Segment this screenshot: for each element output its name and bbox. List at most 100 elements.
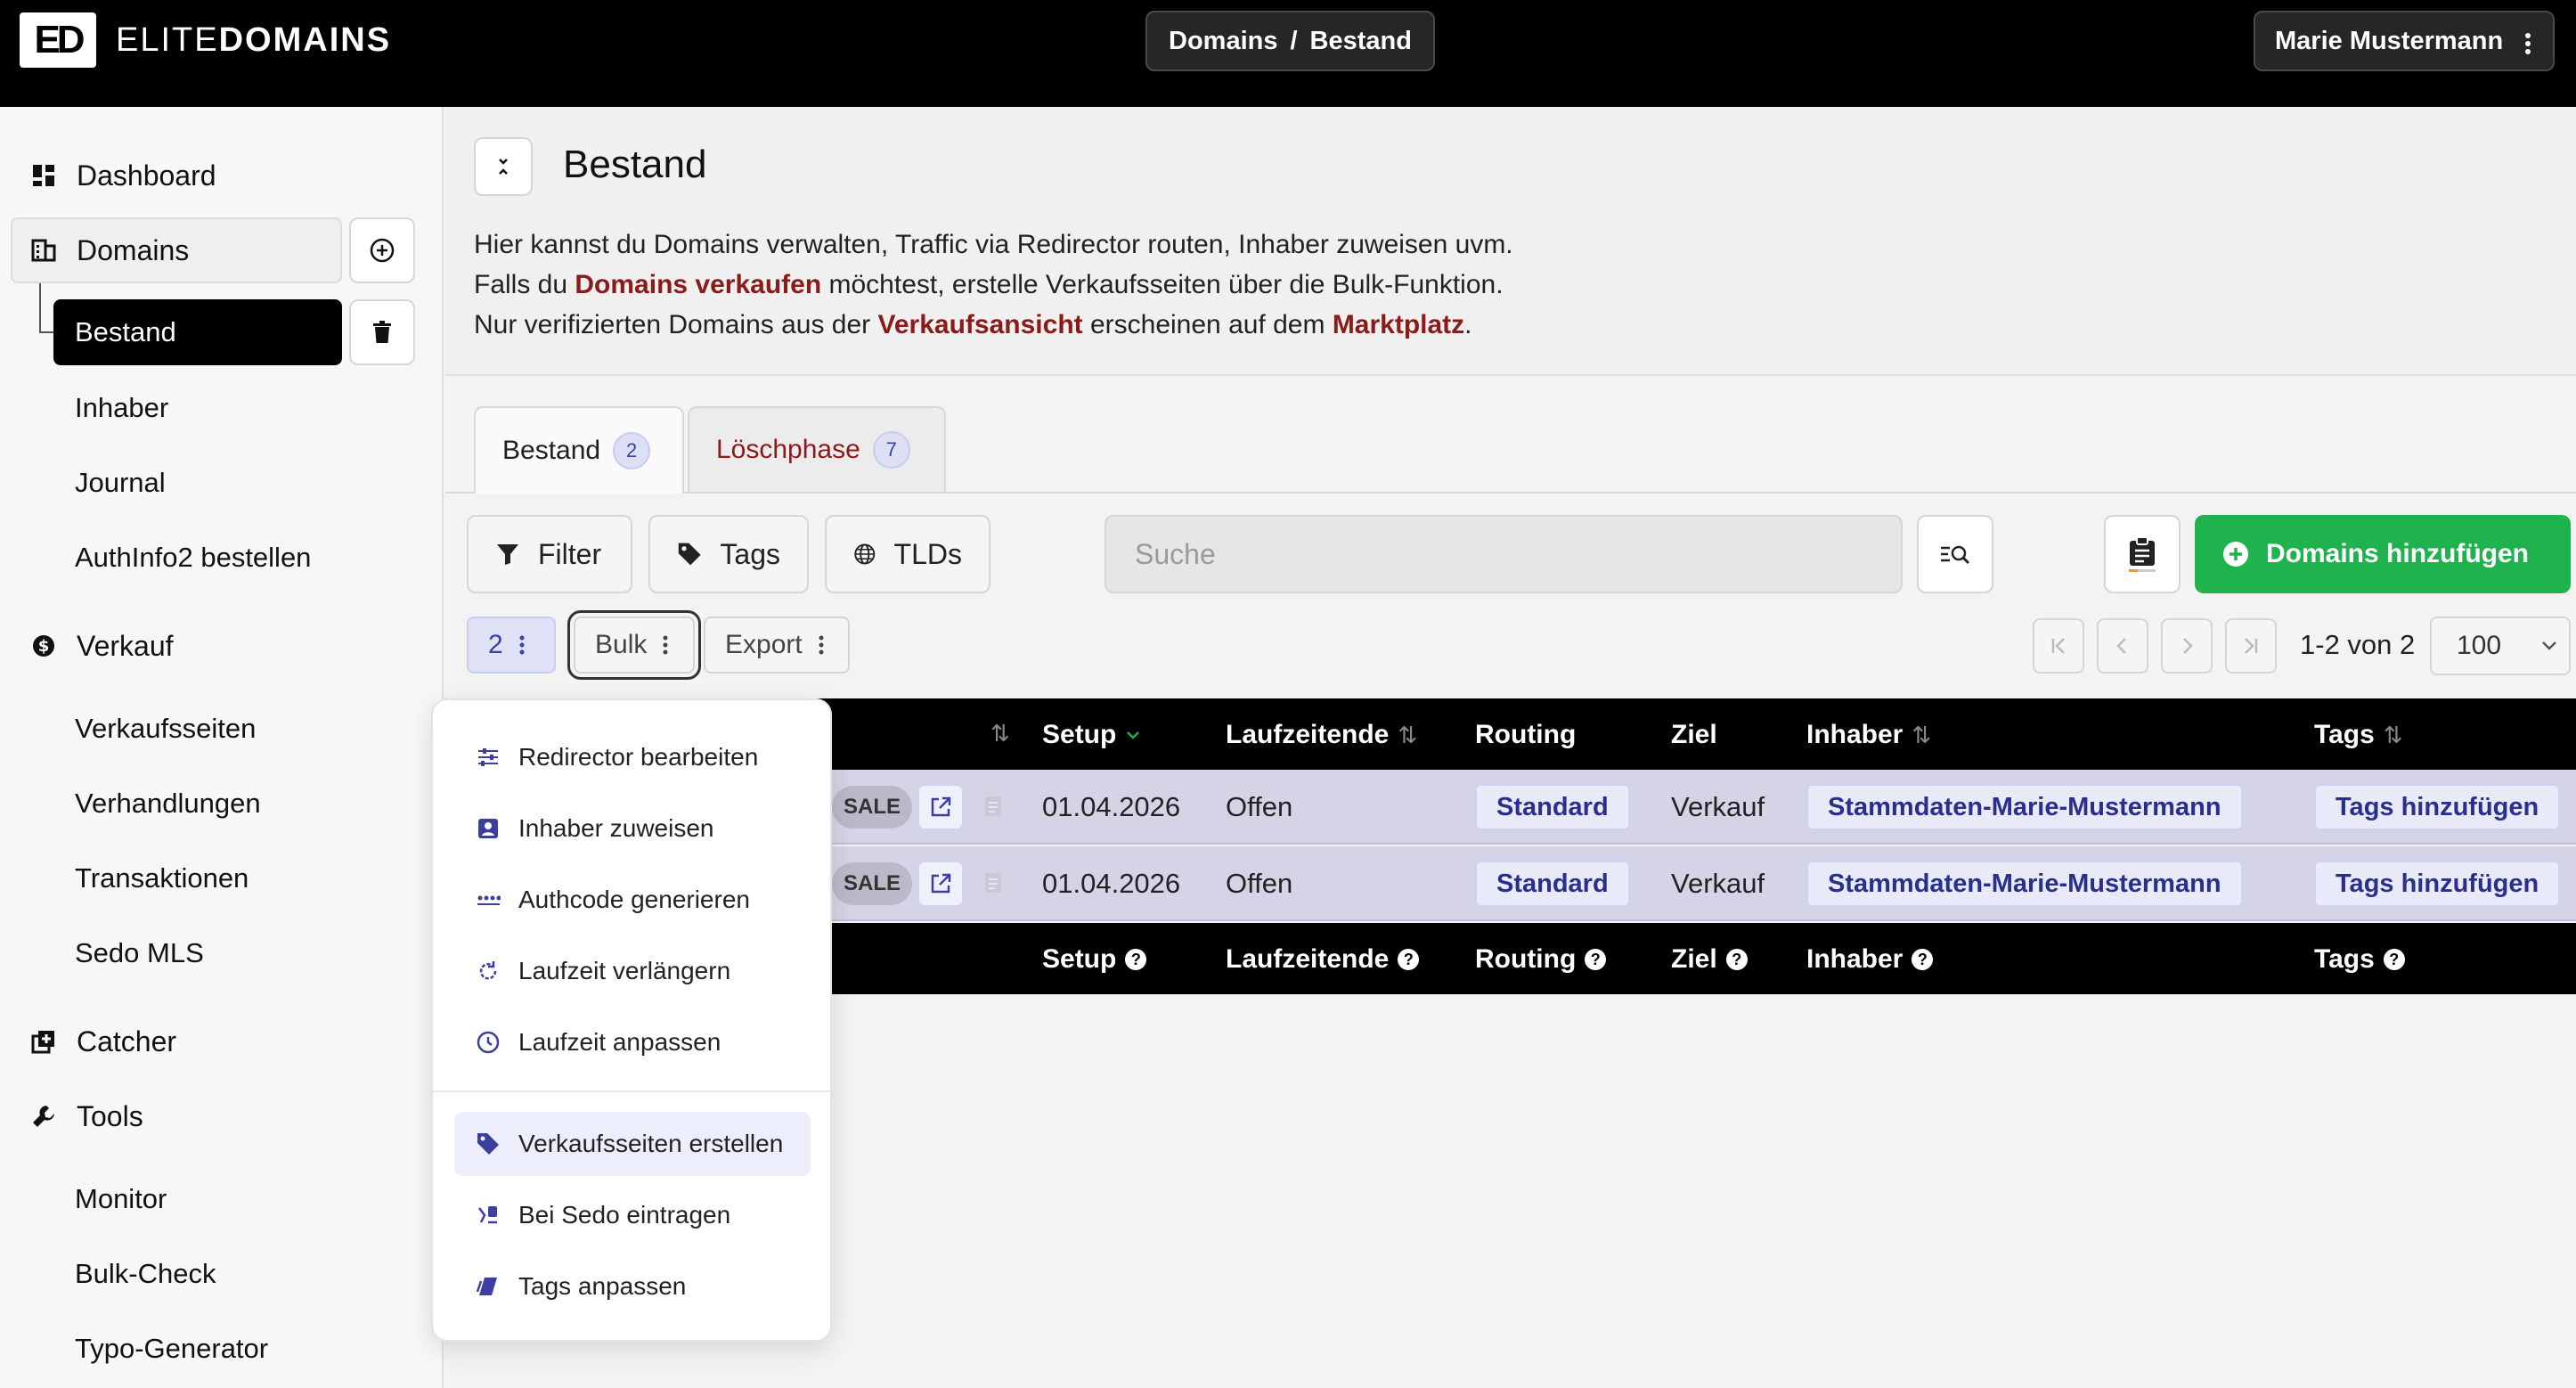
sidebar-item-bulkcheck[interactable]: Bulk-Check (75, 1247, 216, 1301)
link-marktplatz[interactable]: Marktplatz (1333, 310, 1464, 339)
menu-divider (433, 1090, 830, 1092)
footer-routing: Routing? (1475, 944, 1607, 975)
column-header-setup[interactable]: Setup (1042, 720, 1141, 750)
link-verkaufsansicht[interactable]: Verkaufsansicht (878, 310, 1083, 339)
help-icon[interactable]: ? (1398, 949, 1420, 970)
clipboard-button[interactable] (2104, 515, 2181, 593)
page-size-select[interactable]: 100 (2430, 616, 2571, 675)
kebab-icon (819, 635, 824, 655)
delete-button[interactable] (349, 299, 415, 365)
sidebar-label-monitor: Monitor (75, 1183, 167, 1214)
last-page-button[interactable] (2225, 618, 2277, 674)
column-header-ziel[interactable]: Ziel (1671, 720, 1717, 750)
prev-page-button[interactable] (2097, 618, 2148, 674)
chevron-left-icon (2116, 638, 2126, 654)
sidebar-item-journal[interactable]: Journal (75, 456, 166, 510)
column-label: Tags (2314, 720, 2375, 749)
column-header-inhaber[interactable]: Inhaber ⇅ (1806, 720, 1931, 750)
add-tags-pill[interactable]: Tags hinzufügen (2314, 784, 2561, 830)
clock-icon (477, 1031, 500, 1054)
add-domains-button[interactable]: Domains hinzufügen (2195, 515, 2571, 593)
sidebar-item-catcher[interactable]: Catcher (11, 1008, 176, 1074)
sidebar-item-authinfo[interactable]: AuthInfo2 bestellen (75, 531, 311, 584)
menu-item-sedo[interactable]: Bei Sedo eintragen (454, 1183, 811, 1247)
kebab-icon (519, 635, 525, 655)
menu-item-tags[interactable]: Tags anpassen (454, 1254, 811, 1319)
menu-label: Redirector bearbeiten (518, 743, 759, 771)
inhaber-pill[interactable]: Stammdaten-Marie-Mustermann (1806, 861, 2243, 907)
tab-loeschphase[interactable]: Löschphase 7 (688, 406, 946, 492)
tags-icon (476, 1278, 497, 1295)
sidebar-item-tools[interactable]: Tools (11, 1083, 143, 1149)
tlds-button[interactable]: TLDs (825, 515, 990, 593)
tab-label: Löschphase (716, 435, 860, 464)
sidebar-item-verhandlungen[interactable]: Verhandlungen (75, 777, 261, 830)
sidebar-item-typo[interactable]: Typo-Generator (75, 1322, 268, 1376)
link-domains-verkaufen[interactable]: Domains verkaufen (575, 270, 821, 299)
sidebar-item-domains-label[interactable]: Domains (11, 217, 189, 283)
catcher-icon (29, 1026, 59, 1057)
sidebar-label-tools: Tools (77, 1099, 143, 1132)
column-header-laufzeitende[interactable]: Laufzeitende ⇅ (1226, 720, 1417, 750)
menu-item-authcode[interactable]: Authcode generieren (454, 868, 811, 932)
column-label: Ziel (1671, 720, 1717, 749)
sidebar-item-monitor[interactable]: Monitor (75, 1172, 167, 1226)
cell-setup: 01.04.2026 (1042, 868, 1181, 899)
tab-bestand[interactable]: Bestand 2 (474, 406, 684, 494)
tags-button[interactable]: Tags (648, 515, 809, 593)
help-icon[interactable]: ? (1125, 949, 1147, 970)
add-domain-button[interactable] (349, 217, 415, 283)
help-icon[interactable]: ? (1912, 949, 1934, 970)
sidebar-label-authinfo: AuthInfo2 bestellen (75, 542, 312, 573)
logo-mark[interactable]: ED (20, 12, 96, 68)
sort-icon[interactable]: ⇅ (990, 720, 1010, 747)
sale-badge: SALE (832, 786, 912, 829)
routing-pill[interactable]: Standard (1475, 861, 1630, 907)
next-page-button[interactable] (2161, 618, 2213, 674)
add-tags-pill[interactable]: Tags hinzufügen (2314, 861, 2561, 907)
bulk-button[interactable]: Bulk (567, 610, 701, 680)
search-list-icon (1941, 545, 1970, 565)
sale-badge: SALE (832, 862, 912, 905)
search-button[interactable] (1917, 515, 1993, 593)
menu-item-verkaufsseiten[interactable]: Verkaufsseiten erstellen (454, 1112, 811, 1176)
footer-tags: Tags? (2314, 944, 2405, 975)
export-button[interactable]: Export (704, 616, 850, 674)
footer-inhaber: Inhaber? (1806, 944, 1934, 975)
search-input[interactable]: Suche (1105, 515, 1903, 593)
sidebar-item-sedo[interactable]: Sedo MLS (75, 927, 204, 980)
help-icon[interactable]: ? (1725, 949, 1748, 970)
password-icon (477, 895, 501, 905)
breadcrumb-domains[interactable]: Domains (1169, 27, 1277, 56)
help-icon[interactable]: ? (2383, 949, 2405, 970)
user-name: Marie Mustermann (2275, 26, 2504, 55)
open-external-button[interactable] (917, 784, 964, 830)
selection-count-button[interactable]: 2 (467, 616, 556, 674)
menu-item-laufzeit-verlaengern[interactable]: Laufzeit verlängern (454, 939, 811, 1003)
sidebar-item-inhaber[interactable]: Inhaber (75, 381, 168, 435)
breadcrumb-bestand[interactable]: Bestand (1310, 27, 1412, 56)
sidebar-item-verkaufsseiten[interactable]: Verkaufsseiten (75, 702, 256, 755)
breadcrumb[interactable]: Domains / Bestand (1145, 11, 1435, 71)
menu-item-laufzeit-anpassen[interactable]: Laufzeit anpassen (454, 1010, 811, 1074)
sidebar-item-bestand[interactable]: Bestand (53, 299, 342, 365)
first-page-button[interactable] (2033, 618, 2084, 674)
add-domains-label: Domains hinzufügen (2266, 539, 2529, 568)
user-menu-button[interactable]: Marie Mustermann (2254, 11, 2555, 71)
sidebar-item-verkauf[interactable]: $ Verkauf (11, 613, 174, 679)
column-header-routing[interactable]: Routing (1475, 720, 1576, 750)
filter-button[interactable]: Filter (467, 515, 632, 593)
sidebar-label-verhandlungen: Verhandlungen (75, 788, 261, 819)
routing-pill[interactable]: Standard (1475, 784, 1630, 830)
column-header-tags[interactable]: Tags ⇅ (2314, 720, 2403, 750)
sidebar-item-dashboard[interactable]: Dashboard (11, 143, 216, 208)
open-external-button[interactable] (917, 861, 964, 907)
help-icon[interactable]: ? (1585, 949, 1607, 970)
collapse-button[interactable] (474, 137, 533, 196)
sidebar-item-transaktionen[interactable]: Transaktionen (75, 852, 249, 905)
inhaber-pill[interactable]: Stammdaten-Marie-Mustermann (1806, 784, 2243, 830)
column-label: Setup (1042, 944, 1117, 974)
logo-text[interactable]: ELITEDOMAINS (116, 21, 391, 60)
menu-item-inhaber[interactable]: Inhaber zuweisen (454, 796, 811, 861)
menu-item-redirector[interactable]: Redirector bearbeiten (454, 725, 811, 789)
